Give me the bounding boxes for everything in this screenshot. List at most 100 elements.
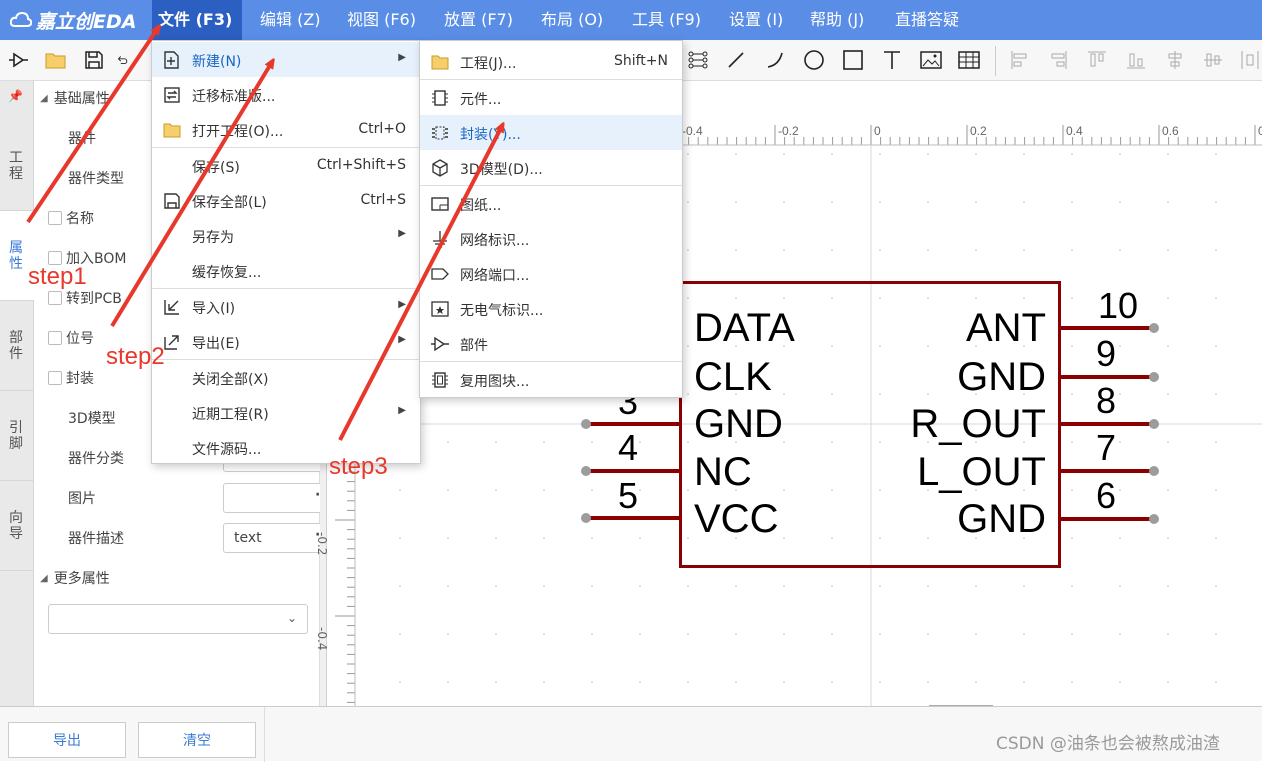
menu-item-recent-projects[interactable]: 近期工程(R) ▶ <box>152 395 420 430</box>
tab-project[interactable]: 工程 <box>0 121 34 211</box>
chevron-right-icon: ▶ <box>398 405 406 416</box>
menu-item-import[interactable]: 导入(I) ▶ <box>152 289 420 324</box>
open-folder-icon[interactable] <box>44 48 68 72</box>
menu-item-new-net-label[interactable]: 网络标识... <box>420 221 682 256</box>
menu-item-new-sheet[interactable]: 图纸... <box>420 186 682 221</box>
component-tool-icon[interactable] <box>6 48 30 72</box>
menu-bar: 嘉立创EDA 文件 (F3) 编辑 (Z) 视图 (F6) 放置 (F7) 布局… <box>0 0 1262 40</box>
align-right-icon[interactable] <box>1046 48 1070 72</box>
bottom-divider <box>264 707 265 762</box>
pin-name: GND <box>957 355 1046 399</box>
pin-name: R_OUT <box>910 402 1046 446</box>
tab-wizard[interactable]: 向导 <box>0 481 34 571</box>
bus-icon[interactable] <box>686 48 710 72</box>
pin-number: 9 <box>1096 333 1117 374</box>
circle-icon[interactable] <box>802 48 826 72</box>
footprint-icon <box>430 123 450 143</box>
menu-item-new-footprint[interactable]: 封装(Y)... <box>420 115 682 150</box>
checkbox[interactable] <box>48 211 62 225</box>
menu-tools[interactable]: 工具 (F9) <box>626 0 707 40</box>
pin-name: DATA <box>694 306 795 350</box>
rectangle-icon[interactable] <box>841 48 865 72</box>
undo-icon[interactable] <box>116 48 128 72</box>
menu-settings[interactable]: 设置 (I) <box>723 0 789 40</box>
cloud-logo-icon <box>10 11 32 27</box>
ruler-label: 0.8 <box>1258 124 1262 138</box>
menu-item-new-part[interactable]: 部件 <box>420 326 682 361</box>
tab-pins[interactable]: 引脚 <box>0 391 34 481</box>
menu-item-export[interactable]: 导出(E) ▶ <box>152 324 420 359</box>
menu-item-new-symbol[interactable]: 元件... <box>420 80 682 115</box>
file-menu: 新建(N) ▶ 迁移标准版... 打开工程(O)... Ctrl+O 保存(S)… <box>151 40 421 464</box>
pin-number: 6 <box>1096 475 1117 516</box>
menu-item-migrate[interactable]: 迁移标准版... <box>152 77 420 112</box>
align-center-v-icon[interactable] <box>1201 48 1225 72</box>
prop-designator[interactable]: 位号 <box>48 327 94 349</box>
prop-name[interactable]: 名称 <box>48 207 94 229</box>
ruler-label: -0.2 <box>315 532 329 556</box>
pin-name: CLK <box>694 355 772 399</box>
collapse-triangle-icon: ◢ <box>40 92 48 104</box>
tab-parts[interactable]: 部件 <box>0 301 34 391</box>
menu-item-new[interactable]: 新建(N) ▶ <box>152 42 420 77</box>
align-left-icon[interactable] <box>1008 48 1032 72</box>
prop-3d-model: 3D模型 <box>68 411 116 427</box>
checkbox[interactable] <box>48 291 62 305</box>
step3-label: step3 <box>329 453 388 480</box>
prop-description: 器件描述 <box>68 531 124 547</box>
distribute-icon[interactable] <box>1240 48 1260 72</box>
table-icon[interactable] <box>957 48 981 72</box>
export-icon <box>162 332 182 352</box>
tab-label: 引脚 <box>9 419 23 452</box>
export-button[interactable]: 导出 <box>8 722 126 758</box>
import-icon <box>162 297 182 317</box>
align-bottom-icon[interactable] <box>1124 48 1148 72</box>
save-icon[interactable] <box>82 48 106 72</box>
pin-number: 5 <box>618 475 639 516</box>
more-properties-select[interactable]: ⌄ <box>48 604 308 634</box>
chevron-right-icon: ▶ <box>398 228 406 239</box>
menu-live-qa[interactable]: 直播答疑 <box>889 0 965 40</box>
menu-item-new-no-electric[interactable]: 无电气标识... <box>420 291 682 326</box>
menu-item-new-reuse-block[interactable]: 复用图块... <box>420 362 682 397</box>
menu-item-save[interactable]: 保存(S) Ctrl+Shift+S <box>152 148 420 183</box>
arc-icon[interactable] <box>763 48 787 72</box>
pin-icon[interactable]: 📌 <box>8 89 23 103</box>
toolbar-divider <box>995 46 996 76</box>
menu-item-new-project[interactable]: 工程(J)... Shift+N <box>420 44 682 79</box>
menu-layout[interactable]: 布局 (O) <box>535 0 609 40</box>
menu-item-save-all[interactable]: 保存全部(L) Ctrl+S <box>152 183 420 218</box>
align-top-icon[interactable] <box>1085 48 1109 72</box>
menu-edit[interactable]: 编辑 (Z) <box>254 0 327 40</box>
step2-label: step2 <box>106 343 165 370</box>
menu-item-cache-restore[interactable]: 缓存恢复... <box>152 253 420 288</box>
image-icon[interactable] <box>919 48 943 72</box>
menu-item-open-project[interactable]: 打开工程(O)... Ctrl+O <box>152 112 420 147</box>
more-properties-header[interactable]: ◢ 更多属性 <box>40 563 110 593</box>
new-file-icon <box>162 50 182 70</box>
menu-place[interactable]: 放置 (F7) <box>438 0 519 40</box>
prop-footprint[interactable]: 封装 <box>48 367 94 389</box>
menu-item-close-all[interactable]: 关闭全部(X) <box>152 360 420 395</box>
menu-view[interactable]: 视图 (F6) <box>341 0 422 40</box>
basic-properties-header[interactable]: ◢ 基础属性 <box>40 83 110 113</box>
net-port-icon <box>430 264 450 284</box>
text-icon[interactable] <box>880 48 904 72</box>
checkbox[interactable] <box>48 331 62 345</box>
pin-number: 8 <box>1096 380 1117 421</box>
cube-icon <box>430 158 450 178</box>
menu-item-new-3d-model[interactable]: 3D模型(D)... <box>420 150 682 185</box>
align-center-h-icon[interactable] <box>1163 48 1187 72</box>
line-icon[interactable] <box>724 48 748 72</box>
ruler-label: 0.4 <box>1066 124 1083 138</box>
ruler-label: -0.4 <box>682 124 703 138</box>
menu-item-new-net-port[interactable]: 网络端口... <box>420 256 682 291</box>
chip-icon <box>430 88 450 108</box>
menu-help[interactable]: 帮助 (J) <box>804 0 870 40</box>
menu-item-save-as[interactable]: 另存为 ▶ <box>152 218 420 253</box>
menu-file[interactable]: 文件 (F3) <box>152 0 242 40</box>
prop-device-type: 器件类型 <box>68 171 124 187</box>
checkbox[interactable] <box>48 371 62 385</box>
clear-button[interactable]: 清空 <box>138 722 256 758</box>
ruler-label: -0.4 <box>315 627 329 651</box>
